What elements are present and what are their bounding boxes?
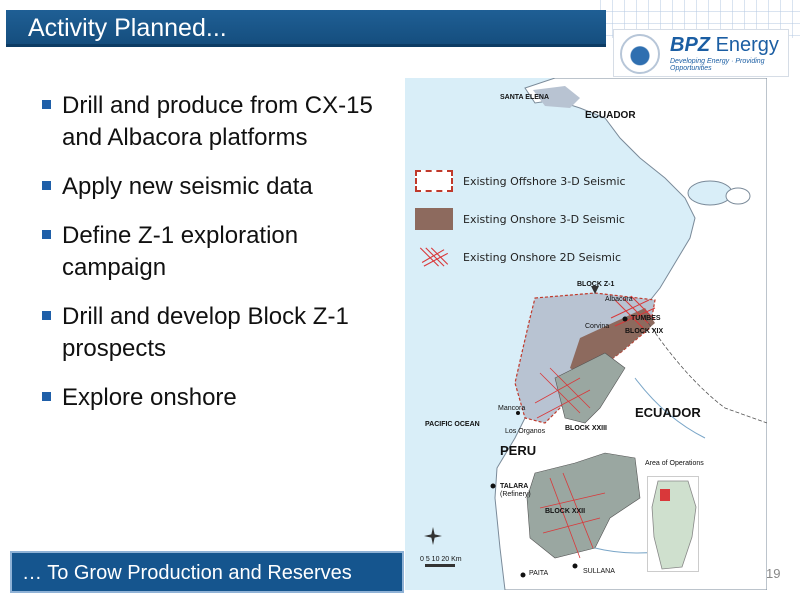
legend-item-offshore: Existing Offshore 3-D Seismic — [415, 170, 655, 194]
label-talara-sub: (Refinery) — [500, 491, 531, 498]
label-ecuador-mid: ECUADOR — [635, 405, 701, 420]
label-mancora: Mancora — [498, 405, 526, 412]
legend-item-onshore-2d: Existing Onshore 2D Seismic — [415, 246, 655, 270]
inset-locator-map — [647, 476, 699, 572]
title-bar: Activity Planned... — [6, 10, 606, 47]
banner-text: … To Grow Production and Reserves — [22, 562, 352, 584]
bullet-item: Define Z-1 exploration campaign — [40, 220, 400, 284]
paita-dot — [520, 572, 526, 578]
scale-bar — [425, 564, 455, 567]
legend-label: Existing Onshore 2D Seismic — [463, 251, 621, 264]
label-paita: PAITA — [529, 570, 549, 577]
label-ecuador-top: ECUADOR — [585, 110, 636, 121]
operations-map: Existing Offshore 3-D Seismic Existing O… — [405, 78, 767, 590]
bullet-item: Drill and develop Block Z-1 prospects — [40, 301, 400, 365]
label-corvina: Corvina — [585, 323, 610, 330]
square-bullet-icon — [42, 392, 51, 401]
map-graphic — [424, 78, 767, 590]
page-number: 19 — [766, 566, 781, 581]
logo-name-main: BPZ — [670, 34, 710, 56]
bullet-item: Explore onshore — [40, 382, 400, 414]
legend-label: Existing Onshore 3-D Seismic — [463, 213, 625, 226]
label-peru: PERU — [500, 443, 537, 458]
globe-icon — [620, 34, 660, 74]
label-pacific-ocean: PACIFIC OCEAN — [425, 421, 480, 428]
label-block-xix: BLOCK XIX — [625, 328, 664, 335]
island — [687, 180, 733, 206]
bullet-text: Drill and develop Block Z-1 prospects — [62, 303, 349, 362]
onshore-2d-swatch — [419, 247, 449, 267]
label-block-z1: BLOCK Z-1 — [577, 281, 615, 288]
logo-tagline: Developing Energy · Providing Opportunit… — [670, 58, 765, 72]
inset-graphic — [651, 480, 697, 570]
label-scale: 0 5 10 20 Km — [420, 556, 462, 563]
square-bullet-icon — [42, 100, 51, 109]
compass-icon — [424, 527, 442, 545]
puna-island — [725, 187, 751, 205]
bullet-list: Drill and produce from CX-15 and Albacor… — [40, 90, 400, 431]
bullet-item: Apply new seismic data — [40, 171, 400, 203]
bullet-text: Explore onshore — [62, 384, 237, 411]
offshore-3d-swatch — [415, 170, 453, 192]
label-santa-elena: SANTA ELENA — [500, 94, 549, 101]
label-albacora: Albacora — [605, 296, 633, 303]
bullet-text: Apply new seismic data — [62, 173, 313, 200]
slide-title: Activity Planned... — [28, 14, 227, 42]
legend-item-onshore-3d: Existing Onshore 3-D Seismic — [415, 208, 655, 232]
tumbes-dot — [622, 316, 628, 322]
onshore-3d-swatch — [415, 208, 453, 230]
label-area-of-operations: Area of Operations — [645, 460, 704, 467]
talara-dot — [490, 483, 496, 489]
bullet-text: Define Z-1 exploration campaign — [62, 222, 299, 281]
company-logo: BPZ Energy Developing Energy · Providing… — [613, 29, 789, 77]
legend-label: Existing Offshore 3-D Seismic — [463, 175, 626, 188]
bullet-text: Drill and produce from CX-15 and Albacor… — [62, 92, 373, 151]
bullet-item: Drill and produce from CX-15 and Albacor… — [40, 90, 400, 154]
sullana-dot — [572, 563, 578, 569]
bottom-banner: … To Grow Production and Reserves — [10, 551, 404, 593]
logo-name-suffix: Energy — [715, 34, 779, 56]
square-bullet-icon — [42, 311, 51, 320]
square-bullet-icon — [42, 230, 51, 239]
label-los-organos: Los Organos — [505, 428, 546, 435]
label-block-xxii: BLOCK XXII — [545, 508, 586, 515]
label-sullana: SULLANA — [583, 568, 615, 575]
label-block-xxiii: BLOCK XXIII — [565, 425, 608, 432]
label-talara: TALARA — [500, 483, 529, 490]
square-bullet-icon — [42, 181, 51, 190]
logo-name: BPZ Energy — [670, 34, 779, 57]
label-tumbes: TUMBES — [631, 315, 661, 322]
